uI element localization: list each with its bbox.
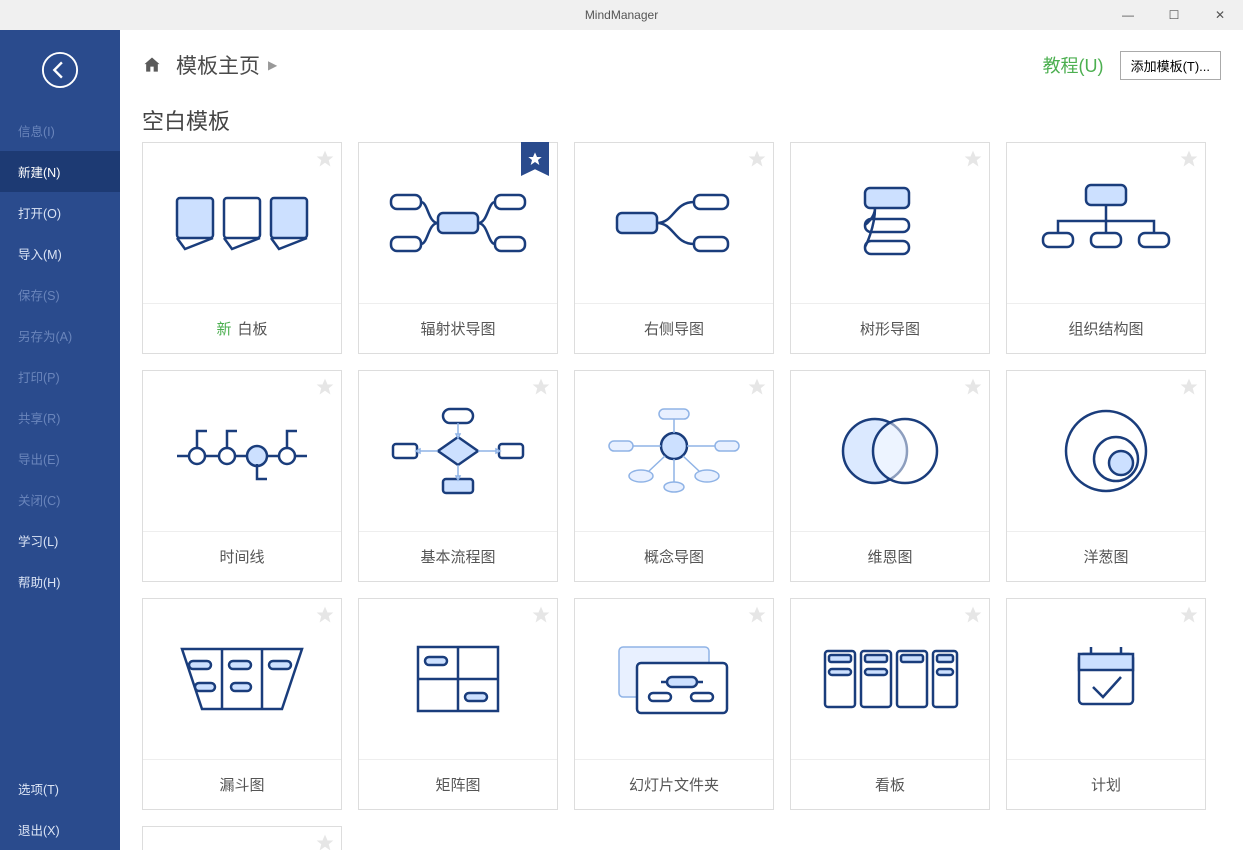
sidebar-item-1[interactable]: 新建(N) [0,151,120,192]
sidebar-item-11[interactable]: 帮助(H) [0,561,120,602]
template-label: 树形导图 [791,303,989,353]
chevron-right-icon: ▶ [268,58,277,72]
template-card-whiteboard[interactable]: 新白板 [142,142,342,354]
template-card-concept[interactable]: 概念导图 [574,370,774,582]
breadcrumb-text[interactable]: 模板主页 [176,50,260,80]
template-card-tree[interactable]: 树形导图 [790,142,990,354]
favorite-star-icon[interactable] [315,605,335,625]
favorite-star-icon[interactable] [315,833,335,850]
favorite-star-icon[interactable] [531,605,551,625]
template-label: 组织结构图 [1007,303,1205,353]
template-card-radial[interactable]: 辐射状导图 [358,142,558,354]
favorite-ribbon-icon [521,142,549,176]
template-label: 看板 [791,759,989,809]
sidebar-item-10[interactable]: 学习(L) [0,520,120,561]
template-card-timeline[interactable]: 时间线 [142,370,342,582]
maximize-button[interactable]: ☐ [1151,0,1197,30]
home-icon[interactable] [142,55,162,75]
favorite-star-icon[interactable] [747,377,767,397]
template-card-venn[interactable]: 维恩图 [790,370,990,582]
template-label: 新白板 [143,303,341,353]
sidebar-item-3[interactable]: 导入(M) [0,233,120,274]
template-card-kanban[interactable]: 看板 [790,598,990,810]
template-label: 矩阵图 [359,759,557,809]
favorite-star-icon[interactable] [531,377,551,397]
titlebar: MindManager — ☐ ✕ [0,0,1243,30]
back-arrow-icon[interactable] [41,51,79,89]
minimize-button[interactable]: — [1105,0,1151,30]
template-card-onion[interactable]: 洋葱图 [1006,370,1206,582]
favorite-star-icon[interactable] [1179,377,1199,397]
favorite-star-icon[interactable] [747,605,767,625]
sidebar-item-8[interactable]: 导出(E) [0,438,120,479]
sidebar-item-5[interactable]: 另存为(A) [0,315,120,356]
template-label: 幻灯片文件夹 [575,759,773,809]
template-card-right[interactable]: 右侧导图 [574,142,774,354]
template-label: 概念导图 [575,531,773,581]
sidebar-item-9[interactable]: 关闭(C) [0,479,120,520]
sidebar-bottom-0[interactable]: 选项(T) [0,768,120,809]
template-card-matrix[interactable]: 矩阵图 [358,598,558,810]
favorite-star-icon[interactable] [1179,605,1199,625]
favorite-star-icon[interactable] [1179,149,1199,169]
template-label: 计划 [1007,759,1205,809]
favorite-star-icon[interactable] [747,149,767,169]
sidebar-item-7[interactable]: 共享(R) [0,397,120,438]
sidebar-bottom-1[interactable]: 退出(X) [0,809,120,850]
sidebar: 信息(I)新建(N)打开(O)导入(M)保存(S)另存为(A)打印(P)共享(R… [0,30,120,850]
template-card-partial[interactable] [142,826,342,850]
template-label: 右侧导图 [575,303,773,353]
template-card-flowchart[interactable]: 基本流程图 [358,370,558,582]
favorite-star-icon[interactable] [315,377,335,397]
breadcrumb-bar: 模板主页 ▶ 教程(U) 添加模板(T)... [120,30,1243,90]
window-title: MindManager [585,8,658,22]
favorite-star-icon[interactable] [963,377,983,397]
section-title: 空白模板 [120,90,1243,142]
template-label: 漏斗图 [143,759,341,809]
favorite-star-icon[interactable] [315,149,335,169]
template-card-org[interactable]: 组织结构图 [1006,142,1206,354]
sidebar-item-2[interactable]: 打开(O) [0,192,120,233]
template-label: 基本流程图 [359,531,557,581]
close-button[interactable]: ✕ [1197,0,1243,30]
template-grid-scroll[interactable]: 新白板辐射状导图右侧导图树形导图组织结构图时间线基本流程图概念导图维恩图洋葱图漏… [120,142,1243,850]
favorite-star-icon[interactable] [963,149,983,169]
template-card-plan[interactable]: 计划 [1006,598,1206,810]
add-template-button[interactable]: 添加模板(T)... [1120,51,1221,80]
sidebar-item-6[interactable]: 打印(P) [0,356,120,397]
template-card-funnel[interactable]: 漏斗图 [142,598,342,810]
template-label: 洋葱图 [1007,531,1205,581]
template-label: 维恩图 [791,531,989,581]
sidebar-item-0[interactable]: 信息(I) [0,110,120,151]
template-label: 辐射状导图 [359,303,557,353]
favorite-star-icon[interactable] [963,605,983,625]
tutorial-link[interactable]: 教程(U) [1043,52,1104,78]
template-label: 时间线 [143,531,341,581]
sidebar-item-4[interactable]: 保存(S) [0,274,120,315]
template-card-slides[interactable]: 幻灯片文件夹 [574,598,774,810]
